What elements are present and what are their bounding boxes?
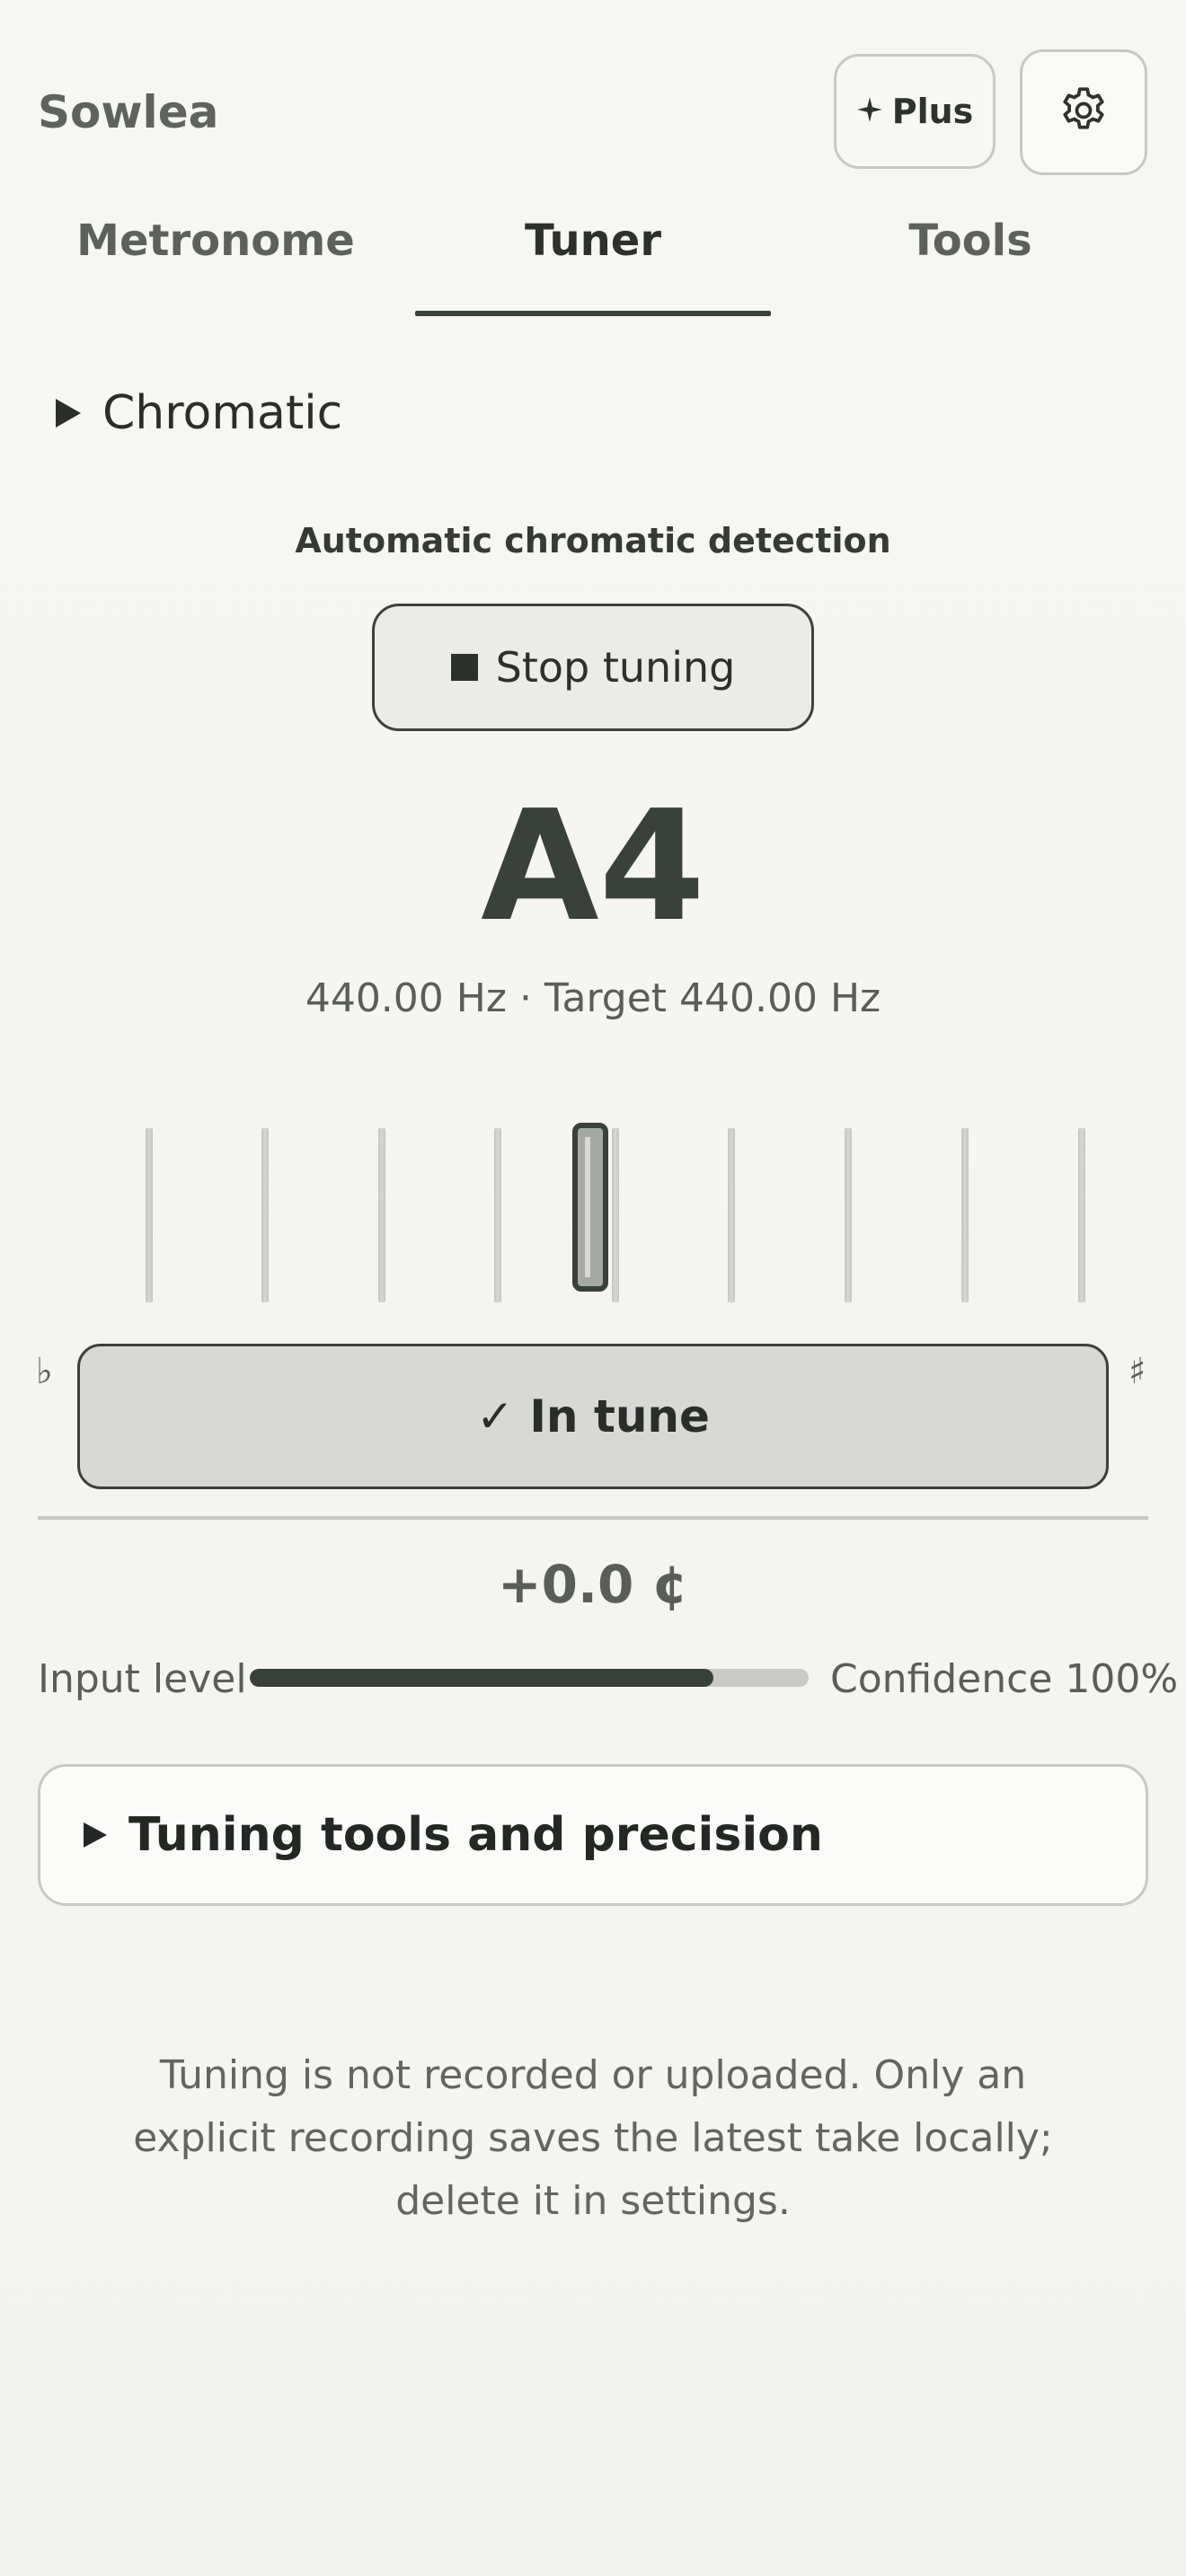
mode-label: Chromatic: [102, 386, 343, 440]
disclosure-triangle-icon: [56, 399, 81, 428]
flat-symbol: ♭: [36, 1351, 53, 1392]
plus-button[interactable]: Plus: [834, 54, 996, 169]
frequency-readout: 440.00 Hz · Target 440.00 Hz: [305, 975, 881, 1021]
mode-disclosure[interactable]: Chromatic: [56, 386, 342, 440]
stop-label: Stop tuning: [495, 643, 736, 692]
meter-tick: [261, 1128, 269, 1302]
tuning-meter: [0, 1123, 1186, 1311]
meter-tick: [494, 1128, 501, 1302]
meter-tick: [845, 1128, 852, 1302]
confidence-readout: Confidence 100%: [830, 1656, 1179, 1702]
tab-tools[interactable]: Tools: [809, 216, 1132, 280]
tuning-tools-disclosure[interactable]: Tuning tools and precision: [38, 1764, 1148, 1906]
gear-icon: [1057, 84, 1111, 141]
tab-tuner[interactable]: Tuner: [415, 216, 771, 280]
stop-tuning-button[interactable]: Stop tuning: [372, 604, 814, 731]
meter-tick: [1078, 1128, 1085, 1302]
plus-label: Plus: [891, 92, 974, 131]
cents-readout: +0.0 ¢: [498, 1554, 688, 1615]
meter-needle: [572, 1123, 608, 1292]
tuning-tools-label: Tuning tools and precision: [128, 1808, 823, 1862]
stop-icon: [450, 654, 478, 681]
meter-tick-center: [612, 1128, 619, 1302]
tab-metronome[interactable]: Metronome: [54, 216, 377, 280]
privacy-note: Tuning is not recorded or uploaded. Only…: [133, 2052, 1053, 2224]
tuning-status: ✓ In tune: [77, 1344, 1109, 1489]
divider: [38, 1516, 1148, 1520]
disclosure-triangle-icon: [84, 1822, 107, 1848]
input-level-fill: [250, 1669, 714, 1687]
detected-note: A4: [481, 778, 705, 956]
input-level-meter: [250, 1669, 809, 1687]
meter-tick: [378, 1128, 385, 1302]
meter-tick: [146, 1128, 153, 1302]
meter-tick: [961, 1128, 969, 1302]
meter-tick: [728, 1128, 735, 1302]
app-brand: Sowlea: [38, 86, 219, 138]
active-tab-indicator: [415, 311, 771, 316]
settings-button[interactable]: [1020, 49, 1147, 175]
sparkle-icon: [856, 92, 883, 131]
input-level-label: Input level: [38, 1656, 247, 1702]
sharp-symbol: ♯: [1128, 1351, 1146, 1392]
detection-title: Automatic chromatic detection: [295, 521, 891, 560]
